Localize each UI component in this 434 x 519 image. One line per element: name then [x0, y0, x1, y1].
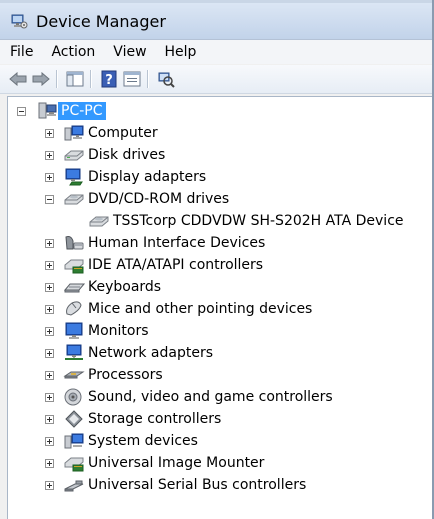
show-hide-console-tree-icon[interactable] [65, 69, 85, 89]
expand-toggle[interactable] [45, 172, 54, 182]
display-adapter-icon [63, 167, 85, 187]
tree-child-label[interactable]: TSSTcorp CDDVDW SH-S202H ATA Device [110, 212, 407, 230]
svg-text:?: ? [105, 73, 113, 88]
collapse-toggle[interactable] [17, 106, 26, 116]
help-icon[interactable]: ? [99, 69, 119, 89]
toolbar-separator [90, 70, 91, 88]
tree-item-ide-controllers[interactable]: IDE ATA/ATAPI controllers [45, 254, 266, 276]
scan-hardware-icon[interactable] [156, 69, 176, 89]
tree-item-label[interactable]: IDE ATA/ATAPI controllers [85, 256, 266, 274]
tree-item-processors[interactable]: Processors [45, 364, 166, 386]
expand-toggle[interactable] [45, 150, 54, 160]
device-manager-icon [10, 12, 28, 30]
menu-view[interactable]: View [105, 40, 154, 64]
expand-toggle[interactable] [45, 326, 54, 336]
processor-icon [63, 365, 85, 385]
computer-icon [63, 123, 85, 143]
expand-toggle[interactable] [45, 348, 54, 358]
tree-root-label[interactable]: PC-PC [58, 102, 106, 120]
tree-item-keyboards[interactable]: Keyboards [45, 276, 164, 298]
tree-item-mice[interactable]: Mice and other pointing devices [45, 298, 315, 320]
expand-toggle[interactable] [45, 414, 54, 424]
tree-item-label[interactable]: Human Interface Devices [85, 234, 268, 252]
tree-item-system-devices[interactable]: System devices [45, 430, 201, 452]
disk-drive-icon [63, 145, 85, 165]
dvd-device-icon [88, 211, 110, 231]
network-adapter-icon [63, 343, 85, 363]
tree-item-sound-video-game[interactable]: Sound, video and game controllers [45, 386, 336, 408]
tree-item-label[interactable]: Monitors [85, 322, 152, 340]
tree-item-display-adapters[interactable]: Display adapters [45, 166, 209, 188]
tree-item-label[interactable]: Mice and other pointing devices [85, 300, 315, 318]
system-devices-icon [63, 431, 85, 451]
expand-toggle[interactable] [45, 392, 54, 402]
menu-file[interactable]: File [8, 40, 41, 64]
tree-item-label[interactable]: Keyboards [85, 278, 164, 296]
properties-icon[interactable] [122, 69, 142, 89]
expand-toggle[interactable] [45, 282, 54, 292]
tree-item-label[interactable]: Computer [85, 124, 161, 142]
tree-item-dvd-cd-rom-drives[interactable]: DVD/CD-ROM drives [45, 188, 232, 210]
window-title: Device Manager [36, 11, 166, 31]
tree-item-label[interactable]: Processors [85, 366, 166, 384]
forward-icon[interactable] [31, 69, 51, 89]
tree-item-label[interactable]: Sound, video and game controllers [85, 388, 336, 406]
tree-item-network-adapters[interactable]: Network adapters [45, 342, 216, 364]
tree-item-label[interactable]: Disk drives [85, 146, 168, 164]
toolbar: ? [0, 65, 434, 94]
monitor-icon [63, 321, 85, 341]
tree-item-computer[interactable]: Computer [45, 122, 161, 144]
hid-icon [63, 233, 85, 253]
tree-item-label[interactable]: Display adapters [85, 168, 209, 186]
image-mounter-icon [63, 453, 85, 473]
ide-controller-icon [63, 255, 85, 275]
title-bar[interactable]: Device Manager [0, 3, 434, 40]
keyboard-icon [63, 277, 85, 297]
menu-bar: File Action View Help [0, 40, 434, 64]
computer-icon [36, 101, 58, 121]
mouse-icon [63, 299, 85, 319]
expand-toggle[interactable] [45, 370, 54, 380]
expand-toggle[interactable] [45, 304, 54, 314]
expand-toggle[interactable] [45, 128, 54, 138]
collapse-toggle[interactable] [45, 194, 54, 204]
menu-action[interactable]: Action [43, 40, 103, 64]
tree-item-label[interactable]: Storage controllers [85, 410, 224, 428]
tree-item-human-interface-devices[interactable]: Human Interface Devices [45, 232, 268, 254]
expand-toggle[interactable] [45, 260, 54, 270]
expand-toggle[interactable] [45, 458, 54, 468]
toolbar-separator [56, 70, 57, 88]
tree-item-label[interactable]: Universal Serial Bus controllers [85, 476, 309, 494]
tree-item-disk-drives[interactable]: Disk drives [45, 144, 168, 166]
expand-toggle[interactable] [45, 436, 54, 446]
tree-item-label[interactable]: Universal Image Mounter [85, 454, 267, 472]
tree-item-universal-image-mounter[interactable]: Universal Image Mounter [45, 452, 267, 474]
device-manager-window: Device Manager File Action View Help ? P… [0, 3, 434, 519]
menu-help[interactable]: Help [157, 40, 205, 64]
back-icon[interactable] [8, 69, 28, 89]
toolbar-separator [147, 70, 148, 88]
expand-toggle[interactable] [45, 238, 54, 248]
tree-item-label[interactable]: System devices [85, 432, 201, 450]
device-tree: PC-PC Computer Disk drives Display adapt… [7, 96, 433, 519]
tree-item-usb-controllers[interactable]: Universal Serial Bus controllers [45, 474, 309, 496]
storage-controller-icon [63, 409, 85, 429]
sound-icon [63, 387, 85, 407]
dvd-drive-icon [63, 189, 85, 209]
expand-toggle[interactable] [45, 480, 54, 490]
tree-item-label[interactable]: DVD/CD-ROM drives [85, 190, 232, 208]
usb-icon [63, 475, 85, 495]
tree-child-dvd-device[interactable]: TSSTcorp CDDVDW SH-S202H ATA Device [88, 210, 407, 232]
tree-item-label[interactable]: Network adapters [85, 344, 216, 362]
tree-item-storage-controllers[interactable]: Storage controllers [45, 408, 224, 430]
tree-root-row[interactable]: PC-PC [17, 100, 106, 122]
tree-item-monitors[interactable]: Monitors [45, 320, 152, 342]
